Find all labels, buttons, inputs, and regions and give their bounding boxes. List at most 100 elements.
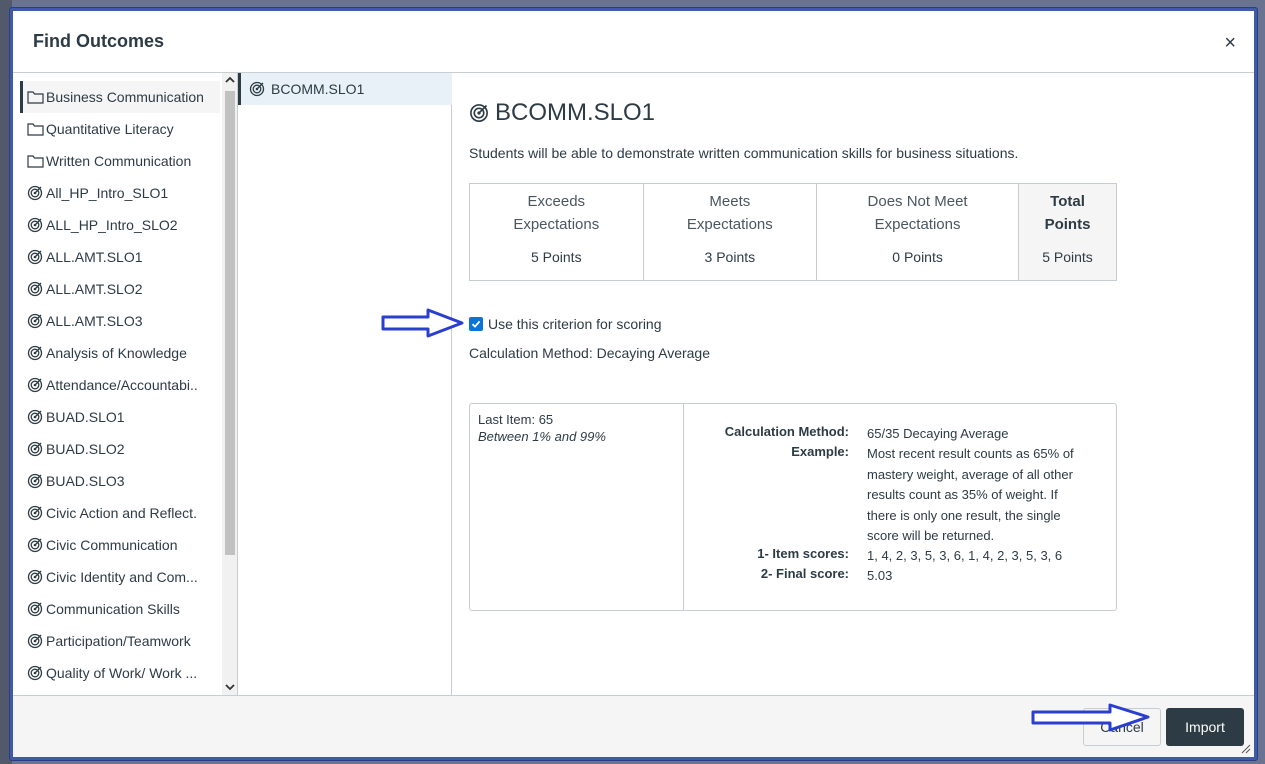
outcome-title: BCOMM.SLO1 [469, 99, 655, 127]
outcome-group-item[interactable]: Quantitative Literacy [20, 113, 220, 145]
example-key: Example: [791, 444, 849, 459]
outcome-groups-list: Business Communication Quantitative Liter… [20, 73, 238, 697]
example-line: mastery weight, average of all other [867, 466, 1073, 482]
example-line: score will be returned. [867, 528, 995, 543]
item-scores-value: 1, 4, 2, 3, 5, 3, 6, 1, 4, 2, 3, 5, 3, 6 [867, 548, 1063, 563]
resize-handle-icon[interactable] [1239, 742, 1251, 754]
scroll-up-icon[interactable] [224, 75, 236, 88]
outcome-icon [26, 441, 44, 457]
outcome-icon [26, 185, 44, 201]
close-icon[interactable]: × [1224, 33, 1236, 53]
outcome-item[interactable]: BUAD.SLO3 [20, 465, 220, 497]
outcome-group-item[interactable]: Written Communication [20, 145, 220, 177]
outcome-item[interactable]: ALL_HP_Intro_SLO2 [20, 209, 220, 241]
outcome-item[interactable]: BUAD.SLO2 [20, 433, 220, 465]
use-criterion-checkbox[interactable] [469, 317, 483, 331]
rubric-rating-exceeds: Exceeds Expectations 5 Points [469, 183, 644, 281]
total-points-value: 5 Points [1042, 249, 1093, 265]
outcome-item[interactable]: BUAD.SLO1 [20, 401, 220, 433]
outcome-item[interactable]: ALL.AMT.SLO1 [20, 241, 220, 273]
outcome-icon [26, 249, 44, 265]
outcome-icon [26, 537, 44, 553]
outcome-item[interactable]: Communication Skills [20, 593, 220, 625]
list-item-label: Written Communication [46, 153, 192, 169]
outcome-icon [26, 473, 44, 489]
final-score-key: 2- Final score: [760, 566, 849, 581]
rating-title-line2: Expectations [874, 216, 961, 233]
outcome-icon [26, 377, 44, 393]
outcome-item[interactable]: ALL.AMT.SLO3 [20, 305, 220, 337]
list-item-label: Participation/Teamwork [46, 633, 191, 649]
list-item-label: BUAD.SLO2 [46, 441, 125, 457]
calculation-method-line: Calculation Method: Decaying Average [469, 345, 711, 361]
rubric-rating-does-not-meet: Does Not Meet Expectations 0 Points [816, 183, 1019, 281]
list-item-label: Civic Communication [46, 537, 178, 553]
outcomes-list: BCOMM.SLO1 [238, 73, 452, 697]
outcome-item[interactable]: All_HP_Intro_SLO1 [20, 177, 220, 209]
list-item-label: Quality of Work/ Work ... [46, 665, 198, 681]
calc-method-value: 65/35 Decaying Average [867, 426, 1009, 441]
rating-title-line2: Expectations [686, 216, 773, 233]
last-item-value: Last Item: 65 [478, 412, 554, 427]
outcome-item[interactable]: Civic Identity and Com... [20, 561, 220, 593]
outcome-icon [26, 569, 44, 585]
list-item-label: BUAD.SLO3 [46, 473, 125, 489]
final-score-value: 5.03 [867, 568, 893, 583]
list-item-label: Communication Skills [46, 601, 180, 617]
scroll-down-icon[interactable] [224, 682, 236, 695]
scrollbar-thumb[interactable] [225, 91, 235, 555]
outcome-title-text: BCOMM.SLO1 [495, 99, 656, 126]
example-text: Most recent result counts as 65% of mast… [867, 444, 1112, 547]
list-item-label: ALL.AMT.SLO2 [46, 281, 143, 297]
outcome-item-bcomm-slo1[interactable]: BCOMM.SLO1 [238, 73, 452, 105]
outcome-detail-panel: BCOMM.SLO1 Students will be able to demo… [453, 73, 1257, 697]
rating-title-line2: Expectations [513, 216, 600, 233]
list-item-label: ALL_HP_Intro_SLO2 [46, 217, 178, 233]
outcome-item[interactable]: ALL.AMT.SLO2 [20, 273, 220, 305]
outcome-icon [26, 313, 44, 329]
example-line: results count as 35% of weight. If [867, 487, 1058, 502]
outcome-item-label: BCOMM.SLO1 [271, 81, 365, 97]
outcome-icon [26, 345, 44, 361]
outcome-icon [26, 281, 44, 297]
rating-points: 3 Points [704, 249, 756, 265]
use-criterion-label[interactable]: Use this criterion for scoring [488, 316, 662, 332]
outcome-icon [26, 601, 44, 617]
use-criterion-row[interactable]: Use this criterion for scoring [469, 316, 662, 332]
rating-points: 0 Points [892, 249, 943, 265]
total-title-line1: Total [1050, 193, 1085, 210]
dialog-header: Find Outcomes × [13, 11, 1254, 73]
list-item-label: Attendance/Accountabi.. [46, 377, 198, 393]
total-title-line2: Points [1044, 216, 1091, 233]
item-scores-key: 1- Item scores: [757, 546, 849, 561]
outcome-item[interactable]: Quality of Work/ Work ... [20, 657, 220, 689]
scrollbar[interactable] [222, 73, 237, 697]
rubric-total-points: Total Points 5 Points [1018, 183, 1117, 281]
import-button[interactable]: Import [1166, 708, 1244, 746]
list-item-label: Business Communication [46, 89, 204, 105]
rating-title-line1: Meets [709, 193, 751, 210]
outcome-icon [26, 505, 44, 521]
rubric-rating-meets: Meets Expectations 3 Points [642, 183, 818, 281]
calculation-method-box: Last Item: 65 Between 1% and 99% Calcula… [469, 403, 1117, 611]
outcome-item[interactable]: Participation/Teamwork [20, 625, 220, 657]
outcome-item[interactable]: Civic Action and Reflect. [20, 497, 220, 529]
cancel-button[interactable]: Cancel [1083, 708, 1161, 746]
list-item-label: Analysis of Knowledge [46, 345, 187, 361]
outcome-item[interactable]: Attendance/Accountabi.. [20, 369, 220, 401]
rating-title-line1: Does Not Meet [867, 193, 968, 210]
list-item-label: BUAD.SLO1 [46, 409, 125, 425]
find-outcomes-dialog: Find Outcomes × Business Communication Qu… [10, 8, 1257, 760]
outcome-group-item[interactable]: Business Communication [20, 81, 220, 113]
rubric-table: Exceeds Expectations 5 Points Meets Expe… [469, 183, 1117, 281]
outcome-description: Students will be able to demonstrate wri… [469, 145, 1019, 161]
outcome-icon [249, 81, 267, 97]
list-item-label: All_HP_Intro_SLO1 [46, 185, 169, 201]
calc-param-section: Last Item: 65 Between 1% and 99% [470, 404, 684, 610]
list-item-label: Civic Action and Reflect. [46, 505, 197, 521]
rating-title-line1: Exceeds [527, 193, 586, 210]
list-item-label: Quantitative Literacy [46, 121, 174, 137]
outcome-item[interactable]: Analysis of Knowledge [20, 337, 220, 369]
example-line: Most recent result counts as 65% of [867, 446, 1074, 461]
outcome-item[interactable]: Civic Communication [20, 529, 220, 561]
